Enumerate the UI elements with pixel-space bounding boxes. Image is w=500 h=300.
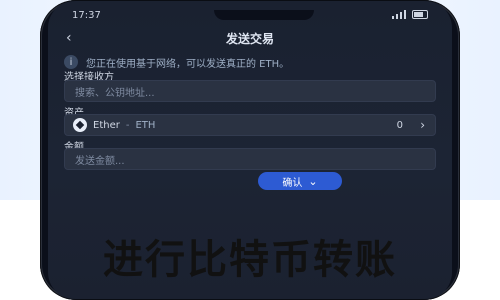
- status-bar: 17:37: [62, 10, 438, 22]
- nav-bar: ‹ 发送交易: [48, 28, 452, 50]
- recipient-placeholder: 搜索、公钥地址...: [75, 87, 155, 99]
- battery-icon: [412, 10, 428, 19]
- status-icons: [392, 10, 428, 19]
- asset-separator: -: [125, 119, 130, 131]
- asset-symbol: ETH: [135, 119, 156, 131]
- info-icon: i: [64, 55, 78, 69]
- confirm-button[interactable]: 确认 ⌄: [258, 172, 342, 190]
- recipient-input[interactable]: 搜索、公钥地址...: [64, 80, 436, 102]
- signal-icon: [392, 10, 406, 19]
- chevron-down-icon: ⌄: [308, 174, 318, 188]
- network-notice: i 您正在使用基于网络，可以发送真正的 ETH。: [64, 52, 436, 72]
- page-title: 发送交易: [225, 32, 274, 46]
- asset-name: Ether: [93, 119, 120, 131]
- caption-text: 进行比特币转账: [103, 236, 397, 283]
- asset-selector[interactable]: Ether - ETH 0 ›: [64, 114, 436, 136]
- amount-input[interactable]: 发送金额...: [64, 148, 436, 170]
- asset-balance: 0: [396, 119, 403, 131]
- notch: [214, 10, 314, 20]
- notice-text: 您正在使用基于网络，可以发送真正的 ETH。: [86, 58, 290, 70]
- amount-placeholder: 发送金额...: [75, 155, 125, 167]
- status-time: 17:37: [72, 10, 101, 21]
- chevron-right-icon: ›: [420, 118, 425, 132]
- ethereum-icon: [73, 118, 87, 132]
- confirm-label: 确认: [282, 177, 303, 189]
